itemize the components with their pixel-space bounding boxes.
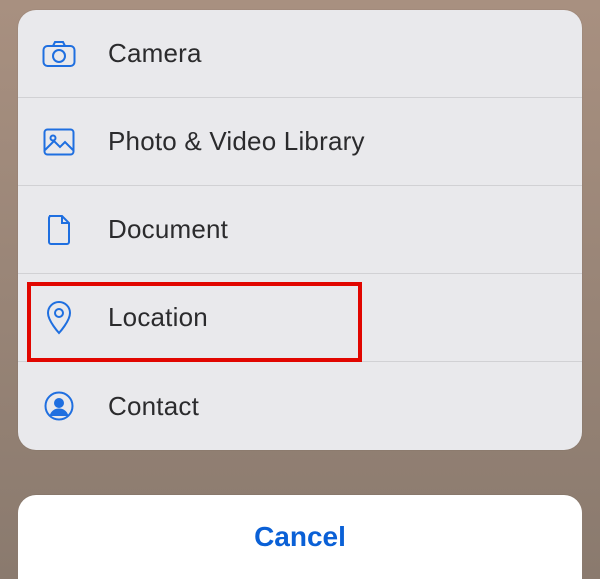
menu-item-camera[interactable]: Camera: [18, 10, 582, 98]
document-icon: [40, 214, 78, 246]
cancel-label: Cancel: [254, 521, 346, 553]
menu-item-document[interactable]: Document: [18, 186, 582, 274]
photo-icon: [40, 128, 78, 156]
location-pin-icon: [40, 301, 78, 335]
cancel-button[interactable]: Cancel: [18, 495, 582, 579]
menu-item-photo-video-library[interactable]: Photo & Video Library: [18, 98, 582, 186]
contact-icon: [40, 391, 78, 421]
menu-item-label: Document: [108, 214, 228, 245]
menu-item-contact[interactable]: Contact: [18, 362, 582, 450]
menu-item-label: Contact: [108, 391, 199, 422]
menu-item-label: Camera: [108, 38, 202, 69]
camera-icon: [40, 40, 78, 68]
menu-item-location[interactable]: Location: [18, 274, 582, 362]
action-sheet: Camera Photo & Video Library Document: [18, 10, 582, 450]
menu-item-label: Location: [108, 302, 208, 333]
menu-item-label: Photo & Video Library: [108, 126, 365, 157]
